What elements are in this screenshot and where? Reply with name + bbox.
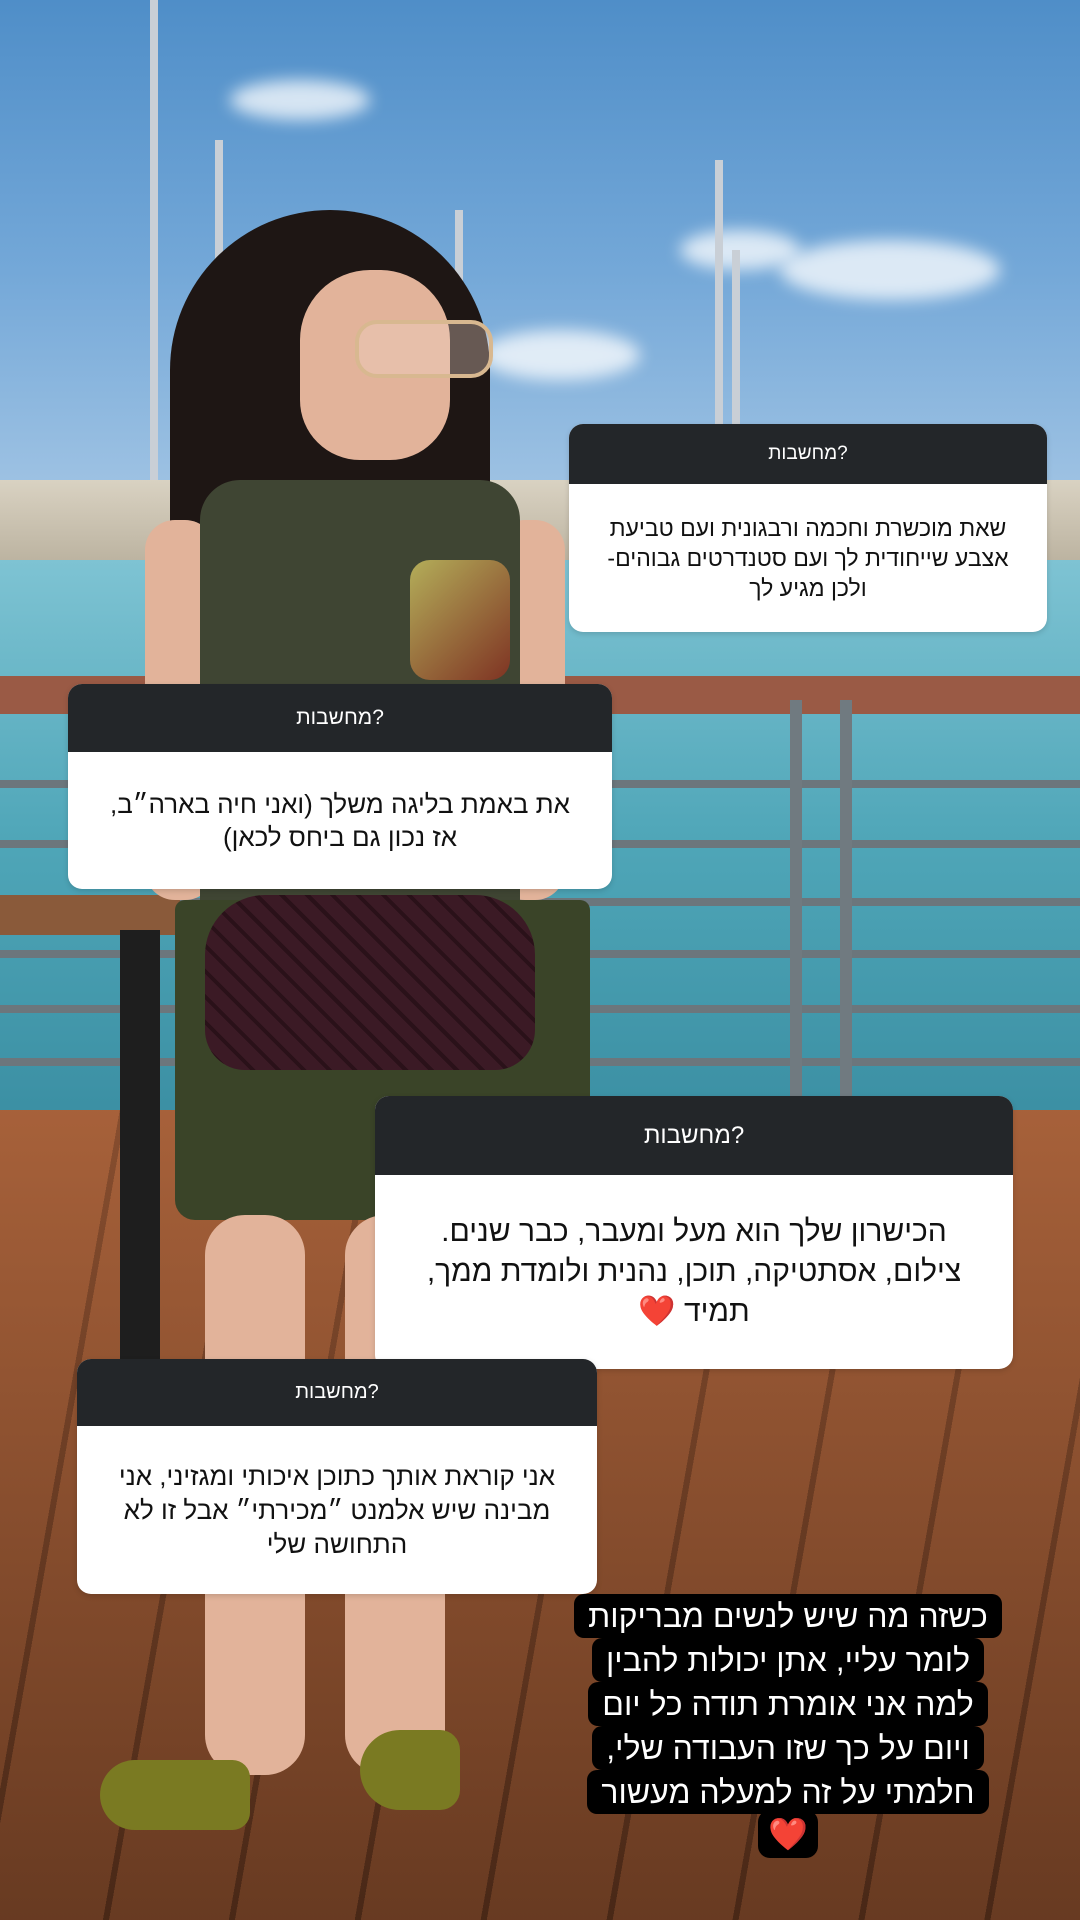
bench — [0, 895, 180, 935]
card-answer: שאת מוכשרת וחכמה ורבגונית ועם טביעת אצבע… — [569, 484, 1047, 632]
question-card[interactable]: מחשבות? אני קוראת אותך כתוכן איכותי ומגז… — [77, 1359, 597, 1594]
answer-line: הכישרון שלך הוא מעל ומעבר, כבר שנים. — [441, 1215, 947, 1248]
shoe — [100, 1760, 250, 1830]
boat-mast — [150, 0, 158, 500]
answer-line: צילום, אסתטיקה, תוכן, נהנית ולומדת ממך, — [426, 1255, 962, 1288]
cloud — [480, 330, 640, 380]
answer-line: מבינה שיש אלמנט ״מכירתי״ אבל זו לא — [123, 1495, 551, 1525]
answer-line: התחושה שלי — [266, 1529, 408, 1559]
heart-emoji: ❤️ — [758, 1810, 818, 1858]
card-header: מחשבות? — [375, 1096, 1013, 1175]
card-answer: אני קוראת אותך כתוכן איכותי ומגזיני, אני… — [77, 1426, 597, 1594]
card-header: מחשבות? — [68, 684, 612, 752]
question-card[interactable]: מחשבות? הכישרון שלך הוא מעל ומעבר, כבר ש… — [375, 1096, 1013, 1369]
card-header: מחשבות? — [77, 1359, 597, 1426]
question-label: מחשבות? — [296, 706, 384, 729]
answer-line: ולכן מגיע לך — [749, 575, 867, 601]
card-answer: הכישרון שלך הוא מעל ומעבר, כבר שנים. ציל… — [375, 1175, 1013, 1369]
cloud — [680, 230, 800, 270]
card-header: מחשבות? — [569, 424, 1047, 484]
cloud — [780, 240, 1000, 300]
shoe — [360, 1730, 460, 1810]
question-label: מחשבות? — [768, 443, 848, 464]
story-caption: כשזה מה שיש לנשים מבריקות לומר עליי, אתן… — [548, 1594, 1028, 1858]
caption-line: לומר עליי, אתן יכולות להבין — [591, 1638, 985, 1682]
question-label: מחשבות? — [295, 1381, 379, 1403]
question-label: מחשבות? — [643, 1122, 745, 1149]
bench-leg — [120, 930, 160, 1380]
question-card[interactable]: מחשבות? שאת מוכשרת וחכמה ורבגונית ועם טב… — [569, 424, 1047, 632]
answer-line: אצבע שייחודית לך ועם סטנדרטים גבוהים- — [607, 545, 1009, 571]
answer-line: שאת מוכשרת וחכמה ורבגונית ועם טביעת — [609, 515, 1007, 541]
answer-line: תמיד ❤️ — [638, 1295, 750, 1328]
caption-line: למה אני אומרת תודה כל יום — [588, 1682, 988, 1726]
card-answer: את באמת בליגה משלך (ואני חיה בארה״ב, אז … — [68, 752, 612, 889]
top-print — [410, 560, 510, 680]
railing-post — [840, 700, 852, 1120]
railing-post — [790, 700, 802, 1120]
caption-line: ויום על כך שזו העבודה שלי, — [592, 1726, 984, 1770]
answer-line: אז נכון גם ביחס לכאן) — [222, 821, 458, 852]
caption-line: כשזה מה שיש לנשים מבריקות — [574, 1594, 1002, 1638]
answer-line: אני קוראת אותך כתוכן איכותי ומגזיני, אני — [118, 1461, 556, 1491]
cloud — [230, 80, 370, 120]
woven-handbag — [205, 895, 535, 1070]
answer-line: את באמת בליגה משלך (ואני חיה בארה״ב, — [110, 788, 570, 819]
sunglasses — [355, 320, 493, 378]
question-card[interactable]: מחשבות? את באמת בליגה משלך (ואני חיה באר… — [68, 684, 612, 889]
caption-line: חלמתי על זה למעלה מעשור — [587, 1770, 989, 1814]
